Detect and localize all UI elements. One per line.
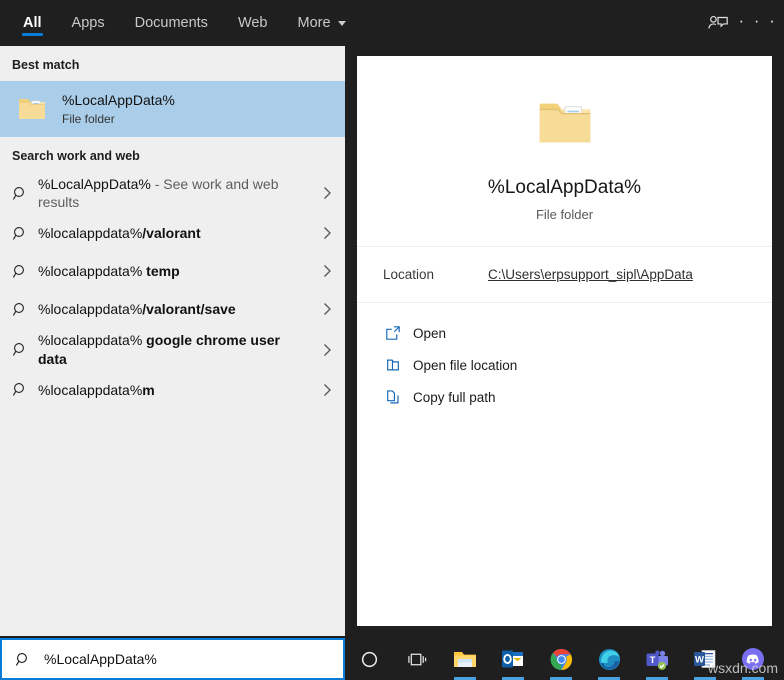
chrome-icon[interactable] — [537, 638, 585, 680]
list-item[interactable]: %localappdata% google chrome user data — [0, 328, 345, 370]
windows-search-overlay: All Apps Documents Web More · · · Best m… — [0, 0, 784, 680]
tab-more[interactable]: More — [283, 0, 361, 46]
svg-text:W: W — [695, 654, 704, 665]
list-item[interactable]: %localappdata% temp — [0, 252, 345, 290]
action-open-file-location-label: Open file location — [413, 357, 518, 373]
chevron-right-icon[interactable] — [319, 186, 335, 200]
chevron-right-icon[interactable] — [319, 226, 335, 240]
detail-preview-header: %LocalAppData% File folder — [357, 56, 772, 247]
folder-icon-large — [357, 86, 772, 160]
open-folder-icon — [385, 357, 413, 373]
web-results-header: Search work and web — [12, 149, 140, 163]
web-results-list: %LocalAppData% - See work and web result… — [0, 172, 345, 409]
search-input[interactable]: %LocalAppData% — [0, 638, 345, 680]
tab-all-label: All — [23, 15, 42, 31]
best-match-text: %LocalAppData% File folder — [62, 92, 175, 126]
tab-documents[interactable]: Documents — [120, 0, 223, 46]
search-icon — [12, 225, 38, 242]
word-icon[interactable]: W — [681, 638, 729, 680]
list-item[interactable]: %LocalAppData% - See work and web result… — [0, 172, 345, 214]
chevron-right-icon[interactable] — [319, 302, 335, 316]
list-item-bold: /valorant/save — [142, 301, 236, 318]
action-open[interactable]: Open — [357, 317, 772, 349]
detail-subtitle: File folder — [535, 207, 594, 222]
list-item[interactable]: %localappdata%/valorant/save — [0, 290, 345, 328]
svg-text:T: T — [650, 655, 656, 666]
best-match-title: %LocalAppData% — [62, 92, 175, 109]
list-item-prefix: %localappdata% — [38, 381, 143, 398]
list-item-bold: m — [142, 381, 155, 398]
tab-apps-label: Apps — [71, 15, 105, 31]
open-external-icon — [385, 325, 413, 341]
chevron-right-icon[interactable] — [319, 343, 335, 357]
search-icon — [12, 301, 38, 318]
list-item-bold: temp — [142, 263, 180, 280]
action-copy-full-path-label: Copy full path — [413, 389, 496, 405]
chevron-right-icon[interactable] — [319, 264, 335, 278]
task-view-icon[interactable] — [393, 638, 441, 680]
topbar-actions: · · · — [698, 0, 778, 46]
search-results-panel: Best match %LocalAppData% File folder Se… — [0, 46, 345, 636]
search-input-value: %LocalAppData% — [44, 651, 157, 667]
list-item-label: %localappdata% temp — [38, 262, 319, 280]
tab-apps[interactable]: Apps — [57, 0, 120, 46]
list-item-label: %localappdata% google chrome user data — [38, 331, 319, 367]
detail-actions-list: Open Open file location Copy full path — [357, 303, 772, 413]
discord-icon[interactable] — [729, 638, 777, 680]
search-icon — [12, 185, 38, 202]
location-link[interactable]: C:\Users\erpsupport_sipl\AppData — [488, 267, 693, 282]
list-item-prefix: %localappdata% — [38, 263, 143, 280]
tab-web[interactable]: Web — [223, 0, 283, 46]
tab-documents-label: Documents — [134, 15, 208, 31]
location-label: Location — [383, 267, 435, 282]
more-options-label: · · · — [738, 10, 778, 30]
feedback-person-icon[interactable] — [698, 3, 738, 43]
list-item-prefix: %localappdata% — [38, 301, 143, 318]
chevron-right-icon[interactable] — [319, 383, 335, 397]
chevron-down-icon — [337, 20, 346, 26]
search-filter-tabbar: All Apps Documents Web More · · · — [0, 0, 784, 46]
detail-preview-panel: %LocalAppData% File folder Location C:\U… — [357, 56, 772, 626]
action-copy-full-path[interactable]: Copy full path — [357, 381, 772, 413]
taskbar: T W wsxdn.com — [345, 638, 784, 680]
file-explorer-icon[interactable] — [441, 638, 489, 680]
list-item-prefix: %localappdata% — [38, 332, 143, 349]
search-icon — [12, 263, 38, 280]
best-match-result[interactable]: %LocalAppData% File folder — [0, 81, 345, 137]
teams-icon[interactable]: T — [633, 638, 681, 680]
tab-all[interactable]: All — [8, 0, 57, 46]
list-item-label: %localappdata%/valorant — [38, 224, 319, 242]
cortana-icon[interactable] — [345, 638, 393, 680]
best-match-header: Best match — [12, 58, 80, 72]
folder-icon — [12, 89, 52, 129]
best-match-subtitle: File folder — [62, 111, 115, 126]
edge-icon[interactable] — [585, 638, 633, 680]
search-icon — [12, 381, 38, 398]
action-open-label: Open — [413, 325, 447, 341]
copy-icon — [385, 389, 413, 405]
outlook-icon[interactable] — [489, 638, 537, 680]
list-item-prefix: %localappdata% — [38, 225, 143, 242]
list-item[interactable]: %localappdata%/valorant — [0, 214, 345, 252]
list-item-label: %localappdata%m — [38, 381, 319, 399]
search-icon — [12, 341, 38, 358]
list-item-bold: /valorant — [142, 225, 201, 242]
list-item-label: %localappdata%/valorant/save — [38, 300, 319, 318]
list-item-prefix: %LocalAppData% — [38, 176, 151, 192]
more-options-icon[interactable]: · · · — [738, 3, 778, 43]
list-item-label: %LocalAppData% - See work and web result… — [38, 175, 319, 211]
page-title: %LocalAppData% — [487, 177, 642, 198]
tab-list: All Apps Documents Web More — [8, 0, 361, 46]
action-open-file-location[interactable]: Open file location — [357, 349, 772, 381]
location-row: Location C:\Users\erpsupport_sipl\AppDat… — [357, 247, 772, 303]
tab-web-label: Web — [237, 15, 268, 31]
search-icon — [2, 651, 44, 668]
tab-more-label: More — [297, 15, 331, 31]
list-item[interactable]: %localappdata%m — [0, 371, 345, 409]
